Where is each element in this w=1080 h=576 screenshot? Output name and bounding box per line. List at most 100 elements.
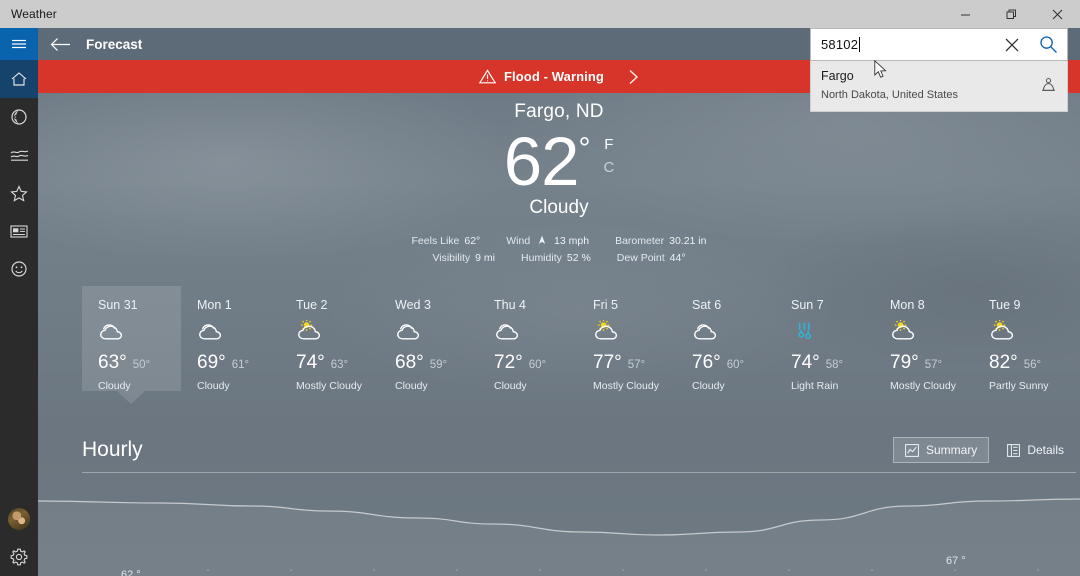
- details-label: Details: [1027, 443, 1064, 457]
- forecast-day-high: 72°: [494, 352, 523, 373]
- detail-label: Feels Like: [411, 235, 460, 247]
- selected-day-pointer: [117, 391, 145, 404]
- cloudy-icon: [98, 320, 181, 346]
- forecast-day-temps: 76° 60°: [692, 352, 775, 374]
- chart-line-icon: [10, 148, 29, 162]
- sidebar-item-historical-weather[interactable]: [0, 136, 38, 174]
- restore-button[interactable]: [988, 0, 1034, 28]
- forecast-day-card[interactable]: Thu 4 72° 60° Cloudy: [478, 286, 577, 392]
- detail-label: Visibility: [432, 252, 471, 264]
- forecast-day-low: 56°: [1023, 359, 1042, 371]
- forecast-day-card[interactable]: Tue 2 74° 63° Mostly Cloudy: [280, 286, 379, 392]
- unit-fahrenheit[interactable]: F: [603, 137, 614, 152]
- forecast-day-card[interactable]: Tue 9 82° 56° Partly Sunny: [973, 286, 1072, 392]
- window-controls: [942, 0, 1080, 28]
- search-box[interactable]: 58102: [810, 28, 1068, 61]
- detail-feels-like: Feels Like 62°: [412, 233, 481, 250]
- forecast-day-condition: Cloudy: [494, 380, 527, 392]
- star-icon: [10, 184, 28, 202]
- hourly-condition-icons: [38, 558, 1080, 576]
- forecast-day-condition: Light Rain: [791, 380, 839, 392]
- suggestion-item[interactable]: Fargo North Dakota, United States: [811, 61, 1067, 111]
- sidebar-item-maps[interactable]: [0, 98, 38, 136]
- suggestion-text: Fargo North Dakota, United States: [821, 67, 1040, 103]
- chevron-right-icon: [628, 69, 639, 85]
- list-icon: [1007, 443, 1021, 457]
- forecast-day-low: 61°: [231, 359, 250, 371]
- forecast-day-high: 63°: [98, 352, 127, 373]
- location-pin-icon: [1040, 77, 1057, 94]
- forecast-day-card[interactable]: Sat 6 76° 60° Cloudy: [676, 286, 775, 392]
- forecast-day-temps: 79° 57°: [890, 352, 973, 374]
- minimize-button[interactable]: [942, 0, 988, 28]
- forecast-day-temps: 63° 50°: [98, 352, 181, 374]
- search-submit-button[interactable]: [1029, 29, 1067, 60]
- hourly-view-toggle: Summary Details: [892, 437, 1076, 463]
- settings-button[interactable]: [0, 538, 38, 576]
- forecast-day-name: Fri 5: [593, 298, 618, 312]
- cloudy-icon: [395, 320, 478, 346]
- forecast-day-card[interactable]: Mon 8 79° 57° Mostly Cloudy: [874, 286, 973, 392]
- hourly-header: Hourly Summary Details: [82, 433, 1076, 467]
- forecast-day-card[interactable]: Wed 3 68° 59° Cloudy: [379, 286, 478, 392]
- gear-icon: [10, 548, 28, 566]
- summary-button[interactable]: Summary: [892, 437, 990, 463]
- forecast-day-low: 63°: [330, 359, 349, 371]
- sidebar-item-send-feedback[interactable]: [0, 250, 38, 288]
- detail-dew-point: Dew Point 44°: [617, 250, 686, 267]
- details-button[interactable]: Details: [995, 437, 1076, 463]
- forecast-day-condition: Mostly Cloudy: [593, 380, 659, 392]
- forecast-day-low: 57°: [627, 359, 646, 371]
- account-button[interactable]: [0, 500, 38, 538]
- sidebar-item-news[interactable]: [0, 212, 38, 250]
- partly-sunny-icon: [593, 320, 676, 346]
- hamburger-menu-button[interactable]: [0, 28, 38, 60]
- forecast-day-high: 74°: [791, 352, 820, 373]
- forecast-day-condition: Cloudy: [692, 380, 725, 392]
- title-bar: Weather: [0, 0, 1080, 28]
- detail-label: Barometer: [615, 235, 665, 247]
- hourly-divider: [82, 472, 1076, 473]
- detail-value: 52 %: [566, 252, 591, 264]
- detail-humidity: Humidity 52 %: [521, 250, 591, 267]
- sidebar-item-favorites[interactable]: [0, 174, 38, 212]
- forecast-day-temps: 74° 58°: [791, 352, 874, 374]
- unit-celsius[interactable]: C: [603, 160, 614, 175]
- current-condition: Cloudy: [529, 197, 589, 218]
- suggestion-title: Fargo: [821, 69, 854, 83]
- forecast-day-condition: Partly Sunny: [989, 380, 1049, 392]
- forecast-day-card[interactable]: Mon 1 69° 61° Cloudy: [181, 286, 280, 392]
- suggestion-subtitle: North Dakota, United States: [821, 89, 958, 101]
- search-suggestions: Fargo North Dakota, United States: [810, 61, 1068, 112]
- back-button[interactable]: [38, 28, 82, 60]
- navigation-rail: [0, 28, 38, 576]
- forecast-day-high: 74°: [296, 352, 325, 373]
- news-icon: [10, 224, 28, 238]
- forecast-day-card[interactable]: Sun 7 74° 58° Light Rain: [775, 286, 874, 392]
- chart-icon: [905, 443, 919, 457]
- forecast-day-high: 82°: [989, 352, 1018, 373]
- forecast-day-card[interactable]: Sun 31 63° 50° Cloudy: [82, 286, 181, 392]
- home-icon: [10, 71, 28, 88]
- forecast-day-name: Sun 31: [98, 298, 138, 312]
- hourly-title: Hourly: [82, 438, 143, 461]
- cloudy-icon: [197, 320, 280, 346]
- sidebar-item-home[interactable]: [0, 60, 38, 98]
- degree-symbol: °: [578, 132, 591, 165]
- clear-search-button[interactable]: [995, 29, 1029, 60]
- forecast-day-temps: 82° 56°: [989, 352, 1072, 374]
- text-caret: [859, 36, 861, 52]
- close-button[interactable]: [1034, 0, 1080, 28]
- detail-value: 30.21 in: [669, 235, 707, 247]
- forecast-day-name: Tue 2: [296, 298, 328, 312]
- detail-label: Dew Point: [616, 252, 665, 264]
- forecast-day-name: Wed 3: [395, 298, 431, 312]
- cloudy-icon: [692, 320, 775, 346]
- search-input[interactable]: 58102: [811, 36, 995, 54]
- unit-toggle: F C: [603, 137, 614, 175]
- current-temperature: 62: [503, 123, 580, 200]
- partly-sunny-icon: [890, 320, 973, 346]
- mouse-cursor: [874, 59, 888, 85]
- forecast-day-card[interactable]: Fri 5 77° 57° Mostly Cloudy: [577, 286, 676, 392]
- partly-sunny-icon: [989, 320, 1072, 346]
